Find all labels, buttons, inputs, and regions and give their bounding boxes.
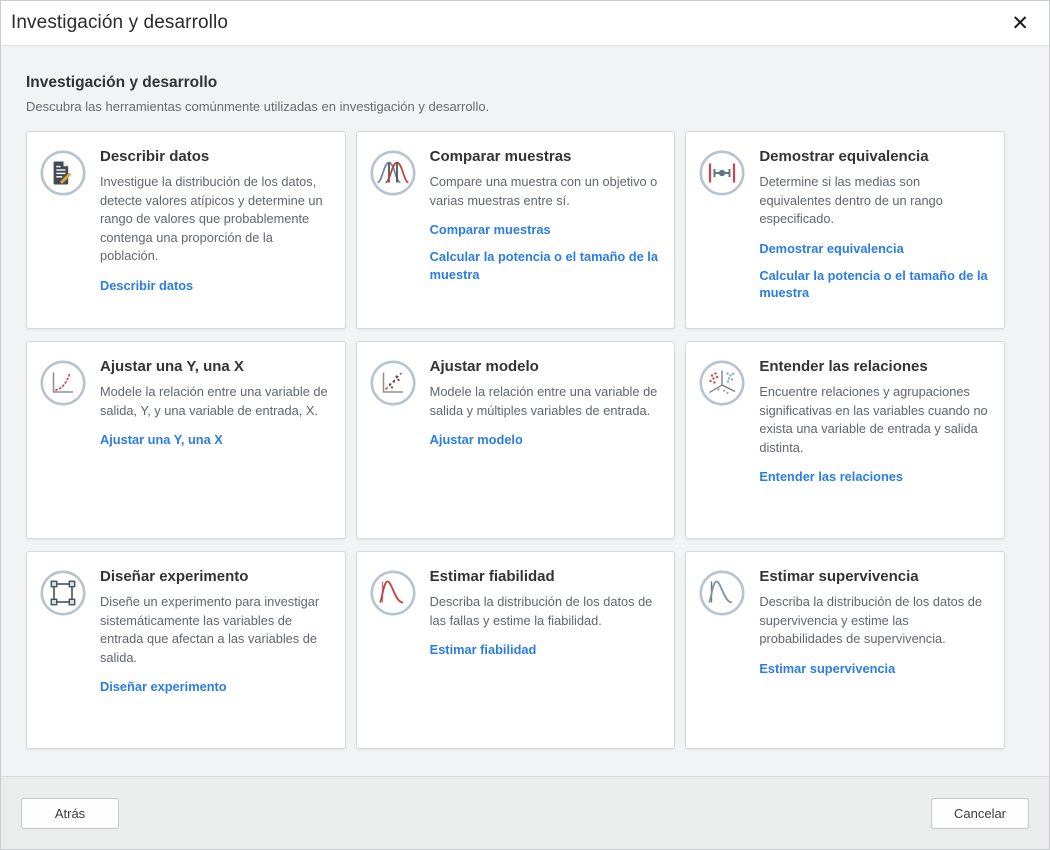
tool-card-design-experiment: Diseñar experimento Diseñe un experiment… — [26, 551, 346, 749]
card-title: Demostrar equivalencia — [759, 148, 991, 165]
tool-card-describe-data: Describir datos Investigue la distribuci… — [26, 131, 346, 329]
card-link[interactable]: Demostrar equivalencia — [759, 240, 991, 258]
back-button[interactable]: Atrás — [21, 798, 119, 829]
tool-cards-grid: Describir datos Investigue la distribuci… — [26, 131, 1005, 749]
design-experiment-icon — [39, 569, 87, 617]
card-link[interactable]: Ajustar modelo — [430, 431, 662, 449]
card-description: Describa la distribución de los datos de… — [759, 593, 991, 649]
tool-card-fit-one-y-one-x: Ajustar una Y, una X Modele la relación … — [26, 341, 346, 539]
footer-bar: Atrás Cancelar — [1, 776, 1049, 849]
card-links: Estimar supervivencia — [759, 660, 991, 678]
card-title: Ajustar modelo — [430, 358, 662, 375]
card-link[interactable]: Describir datos — [100, 277, 332, 295]
card-links: Estimar fiabilidad — [430, 641, 662, 659]
card-title: Entender las relaciones — [759, 358, 991, 375]
window-title: Investigación y desarrollo — [11, 12, 228, 34]
card-link[interactable]: Estimar fiabilidad — [430, 641, 662, 659]
card-description: Investigue la distribución de los datos,… — [100, 173, 332, 266]
card-links: Entender las relaciones — [759, 468, 991, 486]
fit-model-icon — [369, 359, 417, 407]
card-description: Encuentre relaciones y agrupaciones sign… — [759, 383, 991, 457]
research-development-dialog: Investigación y desarrollo ✕ Investigaci… — [0, 0, 1050, 850]
card-link[interactable]: Comparar muestras — [430, 221, 662, 239]
tool-card-estimate-survival: Estimar supervivencia Describa la distri… — [685, 551, 1005, 749]
card-links: Ajustar modelo — [430, 431, 662, 449]
tool-card-estimate-reliability: Estimar fiabilidad Describa la distribuc… — [356, 551, 676, 749]
tool-card-compare-samples: Comparar muestras Compare una muestra co… — [356, 131, 676, 329]
compare-samples-icon — [369, 149, 417, 197]
page-subtitle: Descubra las herramientas comúnmente uti… — [26, 99, 1049, 114]
estimate-reliability-icon — [369, 569, 417, 617]
card-title: Diseñar experimento — [100, 568, 332, 585]
card-title: Estimar fiabilidad — [430, 568, 662, 585]
tool-card-understand-relationships: Entender las relaciones Encuentre relaci… — [685, 341, 1005, 539]
card-link[interactable]: Diseñar experimento — [100, 678, 332, 696]
card-links: Describir datos — [100, 277, 332, 295]
card-links: Demostrar equivalencia Calcular la potenc… — [759, 240, 991, 303]
card-description: Describa la distribución de los datos de… — [430, 593, 662, 630]
card-link[interactable]: Calcular la potencia o el tamaño de la m… — [430, 248, 662, 284]
card-links: Ajustar una Y, una X — [100, 431, 332, 449]
card-links: Comparar muestras Calcular la potencia o … — [430, 221, 662, 284]
card-link[interactable]: Estimar supervivencia — [759, 660, 991, 678]
close-icon[interactable]: ✕ — [1003, 9, 1037, 38]
estimate-survival-icon — [698, 569, 746, 617]
prove-equivalence-icon — [698, 149, 746, 197]
card-description: Compare una muestra con un objetivo o va… — [430, 173, 662, 210]
card-link[interactable]: Calcular la potencia o el tamaño de la m… — [759, 267, 991, 303]
card-title: Describir datos — [100, 148, 332, 165]
describe-data-icon — [39, 149, 87, 197]
title-bar: Investigación y desarrollo ✕ — [1, 1, 1049, 45]
card-link[interactable]: Ajustar una Y, una X — [100, 431, 332, 449]
cancel-button[interactable]: Cancelar — [931, 798, 1029, 829]
content-area: Investigación y desarrollo Descubra las … — [1, 45, 1049, 776]
understand-relationships-icon — [698, 359, 746, 407]
tool-card-fit-model: Ajustar modelo Modele la relación entre … — [356, 341, 676, 539]
fit-one-y-one-x-icon — [39, 359, 87, 407]
card-description: Diseñe un experimento para investigar si… — [100, 593, 332, 667]
card-description: Determine si las medias son equivalentes… — [759, 173, 991, 229]
card-title: Comparar muestras — [430, 148, 662, 165]
card-links: Diseñar experimento — [100, 678, 332, 696]
card-description: Modele la relación entre una variable de… — [100, 383, 332, 420]
card-title: Estimar supervivencia — [759, 568, 991, 585]
page-title: Investigación y desarrollo — [26, 74, 1049, 92]
card-title: Ajustar una Y, una X — [100, 358, 332, 375]
card-description: Modele la relación entre una variable de… — [430, 383, 662, 420]
card-link[interactable]: Entender las relaciones — [759, 468, 991, 486]
tool-card-prove-equivalence: Demostrar equivalencia Determine si las … — [685, 131, 1005, 329]
